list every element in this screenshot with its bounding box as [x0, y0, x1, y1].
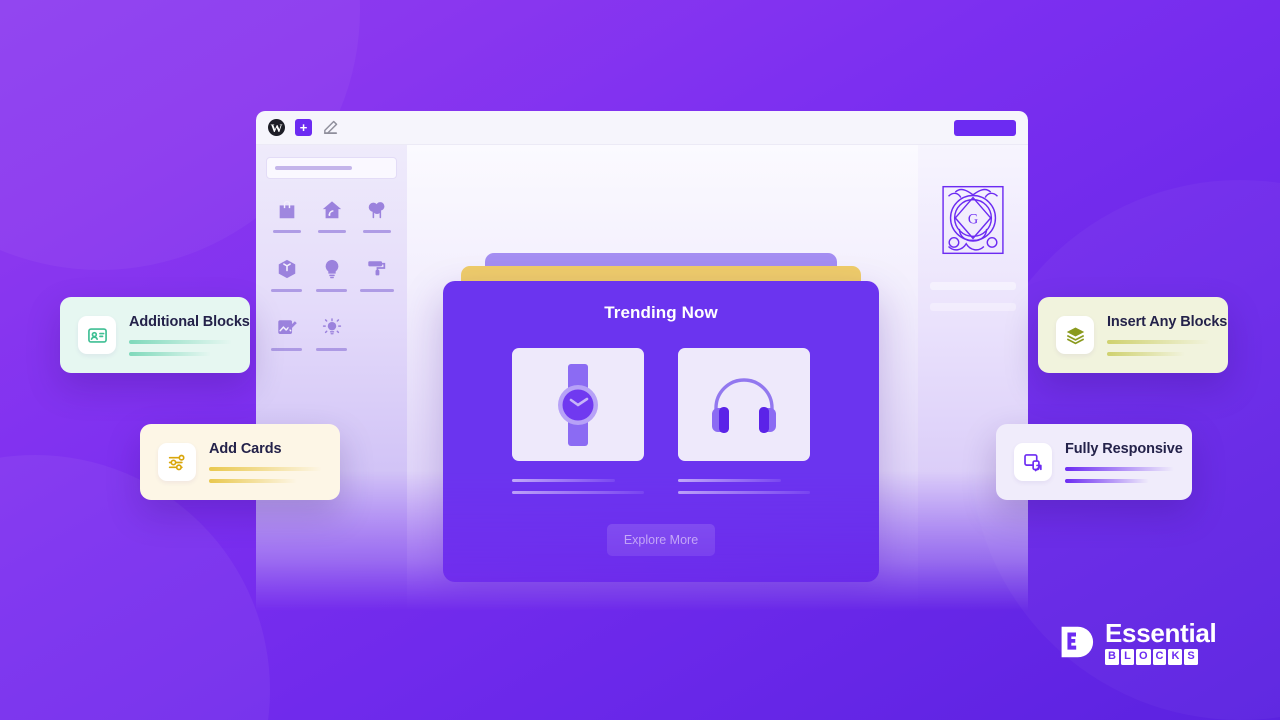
headphones-icon [708, 372, 780, 438]
meta-line [678, 491, 810, 494]
feature-card-fully-responsive[interactable]: Fully Responsive [996, 424, 1192, 500]
block-label [362, 230, 391, 233]
product-meta-row [443, 479, 879, 494]
feature-card-add-cards[interactable]: Add Cards [140, 424, 340, 500]
product-thumbnail-row [443, 348, 879, 461]
feature-card-title: Fully Responsive [1065, 441, 1183, 457]
feature-card-body: Fully Responsive [1065, 441, 1183, 483]
feature-card-line [1065, 479, 1149, 483]
editor-settings-panel: G [918, 145, 1028, 611]
settings-placeholder-lines [930, 282, 1016, 311]
brand-letter: K [1168, 649, 1183, 665]
wordpress-logo-icon[interactable]: W [268, 119, 285, 136]
block-item-cube[interactable] [266, 258, 307, 292]
cta-row: Explore More [443, 524, 879, 556]
block-label [271, 348, 302, 351]
product-thumbnail-headphones[interactable] [678, 348, 810, 461]
feature-card-title: Insert Any Blocks [1107, 314, 1228, 330]
block-label [359, 289, 394, 292]
block-item-image-edit[interactable] [266, 317, 307, 351]
feature-card-body: Insert Any Blocks [1107, 314, 1228, 356]
editor-canvas: Trending Now Explore More [407, 145, 918, 611]
block-label [317, 230, 346, 233]
settings-line [930, 282, 1016, 290]
product-meta-watch [512, 479, 644, 494]
meta-line [678, 479, 781, 482]
trending-now-card: Trending Now Explore More [443, 281, 879, 582]
feature-card-additional-blocks[interactable]: Additional Blocks [60, 297, 250, 373]
brand-letter: L [1120, 649, 1134, 665]
feature-card-title: Add Cards [209, 441, 282, 457]
product-thumbnail-watch[interactable] [512, 348, 644, 461]
feature-card-line [1065, 467, 1174, 471]
shopping-bag-icon [276, 199, 298, 221]
editor-body: Trending Now Explore More G [256, 145, 1028, 611]
layers-icon [1056, 316, 1094, 354]
sliders-icon [158, 443, 196, 481]
block-label [316, 348, 347, 351]
wristwatch-icon [549, 362, 607, 448]
block-item-lightbulb[interactable] [311, 258, 352, 292]
block-item-home-wifi[interactable] [311, 199, 352, 233]
block-item-idea-bulb[interactable] [311, 317, 352, 351]
editor-toolbar: W + [256, 111, 1028, 145]
promo-banner: W + Trending Now Explore More G Addition… [0, 0, 1280, 720]
brand-letter: S [1184, 649, 1198, 665]
block-item-shopping-bag[interactable] [266, 199, 307, 233]
settings-line [930, 303, 1016, 311]
feature-card-line [129, 340, 232, 344]
paint-roller-icon [366, 258, 388, 280]
promo-card-stack: Trending Now Explore More [443, 253, 879, 582]
brand-subtitle: B L O C K S [1105, 649, 1216, 665]
trees-icon [366, 199, 388, 221]
responsive-screen-icon [1014, 443, 1052, 481]
idea-bulb-icon [321, 317, 343, 339]
cube-icon [276, 258, 298, 280]
home-wifi-icon [321, 199, 343, 221]
search-placeholder-bar [275, 166, 352, 170]
brand-text: Essential B L O C K S [1105, 618, 1217, 665]
feature-card-line [209, 467, 322, 471]
brand-letter: B [1105, 649, 1119, 665]
block-inserter-panel [256, 145, 407, 611]
id-card-icon [78, 316, 116, 354]
lightbulb-icon [321, 258, 343, 280]
feature-card-body: Additional Blocks [129, 314, 250, 356]
feature-card-line [1107, 340, 1210, 344]
feature-card-line [209, 479, 298, 483]
brand-letter: C [1152, 649, 1167, 665]
feature-card-lines [1065, 467, 1174, 483]
publish-button[interactable] [954, 119, 1016, 136]
meta-line [512, 491, 644, 494]
product-meta-headphones [678, 479, 810, 494]
brand-name: Essential [1105, 618, 1217, 648]
image-edit-icon [276, 317, 298, 339]
block-label [316, 289, 347, 292]
add-block-button[interactable]: + [295, 119, 312, 136]
feature-card-lines [129, 340, 232, 356]
svg-text:G: G [968, 211, 978, 227]
block-grid [266, 199, 397, 351]
meta-line [512, 479, 615, 482]
feature-card-line [129, 352, 212, 356]
explore-more-button[interactable]: Explore More [606, 524, 716, 556]
feature-card-lines [1107, 340, 1210, 356]
pencil-icon[interactable] [322, 119, 339, 136]
feature-card-line [1107, 352, 1186, 356]
feature-card-body: Add Cards [209, 441, 322, 483]
wordpress-editor-window: W + Trending Now Explore More G [256, 111, 1028, 611]
promo-title: Trending Now [604, 303, 718, 322]
feature-card-title: Additional Blocks [129, 314, 250, 330]
brand-letter: O [1135, 649, 1151, 665]
block-item-trees[interactable] [356, 199, 397, 233]
feature-card-lines [209, 467, 322, 483]
block-item-paint-roller[interactable] [356, 258, 397, 292]
block-label [271, 289, 302, 292]
block-label [272, 230, 301, 233]
feature-card-insert-any-blocks[interactable]: Insert Any Blocks [1038, 297, 1228, 373]
block-search-input[interactable] [266, 157, 397, 179]
ornate-monogram-g-icon: G [939, 181, 1007, 259]
brand-logo: Essential B L O C K S [1058, 618, 1217, 665]
essential-blocks-logo-icon [1058, 624, 1094, 660]
